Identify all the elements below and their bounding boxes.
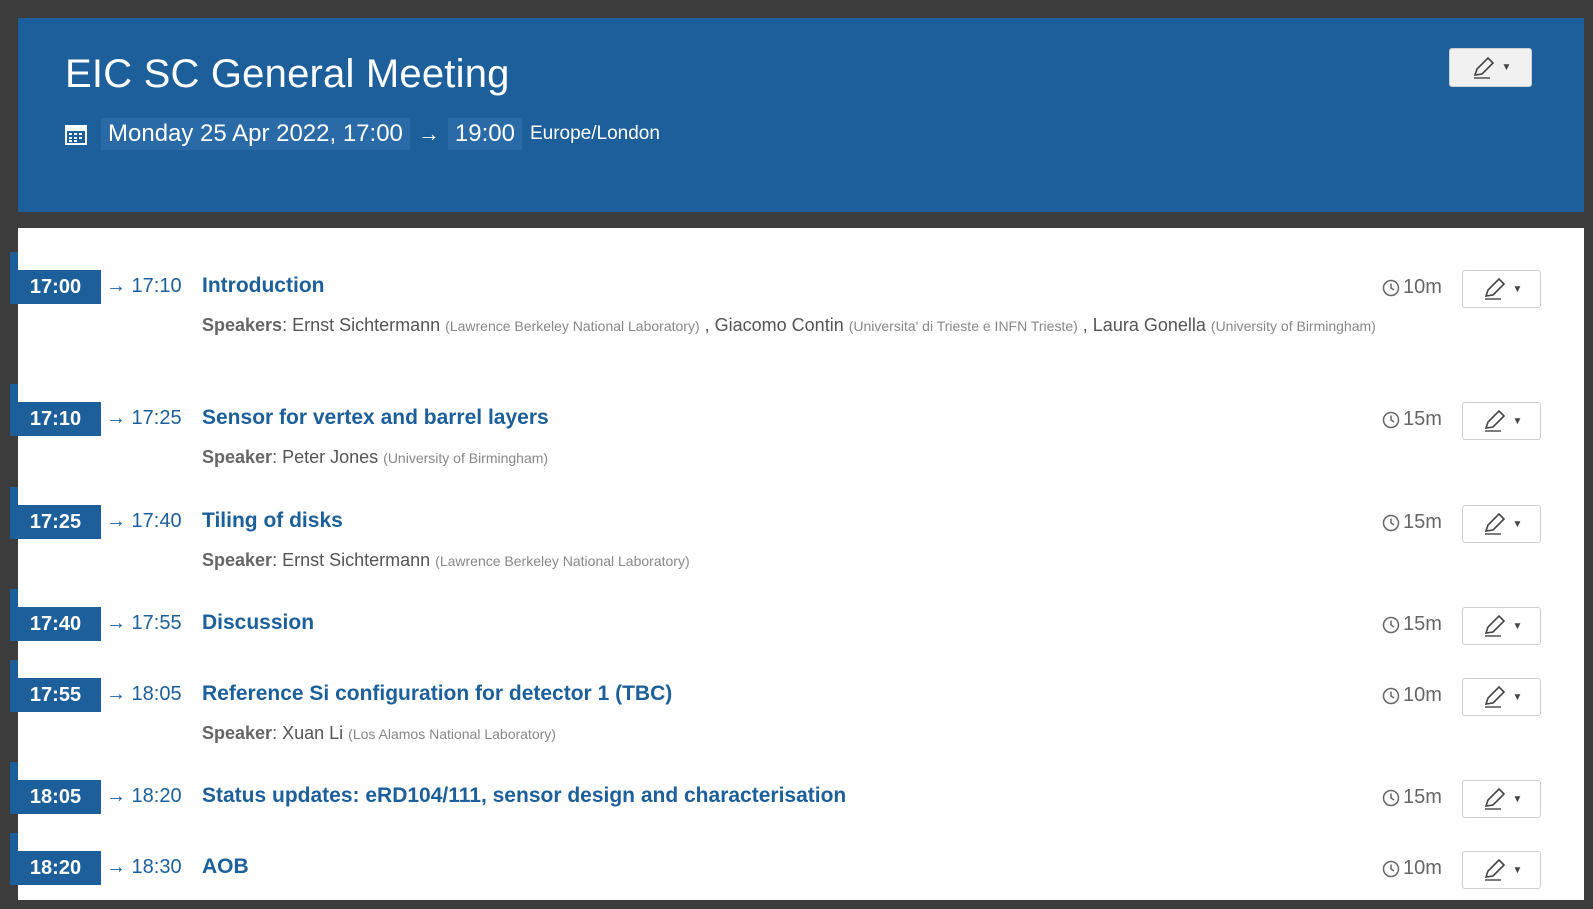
pencil-icon [1484,787,1505,810]
timetable: 17:00 → 17:10 Introduction Speakers: Ernst … [10,228,1584,900]
timezone: Europe/London [529,123,660,144]
speaker-name: Laura Gonella [1092,315,1206,335]
pencil-icon [1484,614,1505,637]
start-datetime: Monday 25 Apr 2022, 17:00 [101,118,410,150]
start-time: 18:05 [10,780,101,814]
contribution-title[interactable]: Status updates: eRD104/111, sensor desig… [202,784,846,808]
start-time: 17:55 [10,678,101,712]
start-time: 17:10 [10,402,101,436]
event-title: EIC SC General Meeting [65,52,510,96]
end-time: → 17:10 [106,275,182,297]
event-edit-button[interactable]: ▼ [1449,48,1532,87]
speaker-affiliation: (University of Birmingham) [1210,318,1376,334]
speaker-label: Speakers [202,315,283,335]
duration: 10m [1382,684,1442,707]
speaker-name: Peter Jones [282,447,379,467]
caret-down-icon: ▼ [1512,620,1523,632]
pencil-icon [1473,56,1494,79]
clock-icon [1382,860,1400,877]
speaker-label: Speaker [202,447,273,467]
duration-value: 15m [1403,511,1442,533]
duration: 10m [1382,857,1442,880]
contribution-title[interactable]: Discussion [202,611,314,635]
duration: 15m [1382,786,1442,809]
speaker-name: Giacomo Contin [714,315,844,335]
caret-down-icon: ▼ [1512,283,1523,295]
start-time: 17:25 [10,505,101,539]
entry-edit-button[interactable]: ▼ [1462,851,1541,889]
speaker-label: Speaker [202,723,273,743]
duration: 15m [1382,408,1442,431]
end-time: → 18:20 [106,785,182,807]
contribution-title[interactable]: Reference Si configuration for detector … [202,682,672,706]
caret-down-icon: ▼ [1512,415,1523,427]
pencil-icon [1484,858,1505,881]
end-time: → 18:30 [106,856,182,878]
clock-icon [1382,279,1400,296]
duration: 10m [1382,276,1442,299]
event-header: EIC SC General Meeting Monday 25 Apr 202… [18,18,1584,212]
contribution-title[interactable]: Introduction [202,274,324,298]
caret-down-icon: ▼ [1501,62,1512,73]
clock-icon [1382,514,1400,531]
speaker-name: Ernst Sichtermann [282,550,431,570]
contribution-title[interactable]: Tiling of disks [202,509,343,533]
clock-icon [1382,616,1400,633]
clock-icon [1382,687,1400,704]
entry-edit-button[interactable]: ▼ [1462,402,1541,440]
caret-down-icon: ▼ [1512,864,1523,876]
duration-value: 15m [1403,613,1442,635]
calendar-icon [65,125,87,145]
entry-edit-button[interactable]: ▼ [1462,780,1541,818]
duration: 15m [1382,511,1442,534]
speaker-affiliation: (Lawrence Berkeley National Laboratory) [435,553,690,569]
speaker-list: Speaker: Xuan Li (Los Alamos National La… [202,723,556,743]
entry-edit-button[interactable]: ▼ [1462,505,1541,543]
speaker-name: Xuan Li [282,723,344,743]
speaker-affiliation: (Los Alamos National Laboratory) [348,726,556,742]
entry-edit-button[interactable]: ▼ [1462,270,1541,308]
end-time: → 17:25 [106,407,182,429]
speaker-name: Ernst Sichtermann [292,315,441,335]
speaker-affiliation: (Universita' di Trieste e INFN Trieste) [848,318,1078,334]
duration: 15m [1382,613,1442,636]
end-time: → 17:55 [106,612,182,634]
duration-value: 10m [1403,684,1442,706]
duration-value: 15m [1403,408,1442,430]
speaker-list: Speaker: Ernst Sichtermann (Lawrence Ber… [202,550,690,570]
pencil-icon [1484,512,1505,535]
speaker-affiliation: (University of Birmingham) [383,450,549,466]
entry-edit-button[interactable]: ▼ [1462,678,1541,716]
speaker-list: Speaker: Peter Jones (University of Birm… [202,447,549,467]
speaker-affiliation: (Lawrence Berkeley National Laboratory) [445,318,700,334]
speaker-label: Speaker [202,550,273,570]
end-time: 19:00 [447,118,522,150]
caret-down-icon: ▼ [1512,793,1523,805]
start-time: 17:00 [10,270,101,304]
start-time: 17:40 [10,607,101,641]
caret-down-icon: ▼ [1512,518,1523,530]
duration-value: 10m [1403,276,1442,298]
duration-value: 10m [1403,857,1442,879]
clock-icon [1382,789,1400,806]
contribution-title[interactable]: Sensor for vertex and barrel layers [202,406,549,430]
end-time: → 18:05 [106,683,182,705]
entry-edit-button[interactable]: ▼ [1462,607,1541,645]
event-dates: Monday 25 Apr 2022, 17:00 → 19:00 Europe… [65,118,660,150]
contribution-title[interactable]: AOB [202,855,249,879]
arrow: → [417,121,440,146]
duration-value: 15m [1403,786,1442,808]
pencil-icon [1484,685,1505,708]
end-time: → 17:40 [106,510,182,532]
speaker-list: Speakers: Ernst Sichtermann (Lawrence Be… [202,315,1376,335]
start-time: 18:20 [10,851,101,885]
pencil-icon [1484,277,1505,300]
caret-down-icon: ▼ [1512,691,1523,703]
clock-icon [1382,411,1400,428]
pencil-icon [1484,409,1505,432]
